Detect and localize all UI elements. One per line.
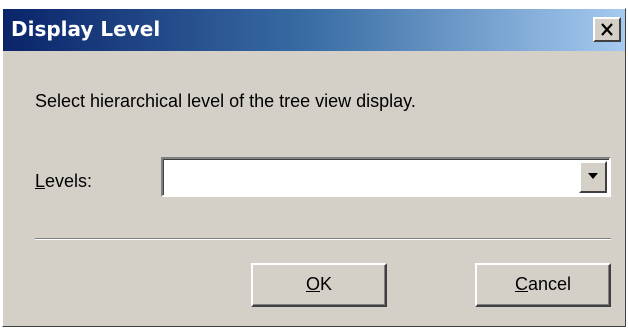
cancel-button-mnemonic: C — [514, 274, 528, 294]
separator-line — [35, 238, 611, 240]
cancel-button[interactable]: Cancel — [475, 263, 611, 307]
close-button[interactable] — [593, 17, 621, 42]
title-bar[interactable]: Display Level — [3, 9, 625, 51]
chevron-down-icon — [588, 173, 598, 179]
close-icon — [601, 23, 613, 36]
display-level-dialog: Display Level Select hierarchical level … — [2, 8, 626, 327]
ok-button-rest: K — [320, 274, 333, 294]
ok-button[interactable]: OK — [251, 263, 387, 307]
levels-dropdown[interactable] — [161, 157, 611, 197]
levels-label: Levels: — [35, 171, 92, 192]
description-text: Select hierarchical level of the tree vi… — [35, 91, 416, 111]
levels-label-rest: evels: — [45, 171, 93, 191]
levels-label-mnemonic: L — [35, 171, 46, 191]
window-title: Display Level — [11, 17, 161, 41]
ok-button-mnemonic: O — [305, 274, 320, 294]
dropdown-arrow-button[interactable] — [579, 161, 607, 193]
cancel-button-rest: ancel — [527, 274, 572, 294]
